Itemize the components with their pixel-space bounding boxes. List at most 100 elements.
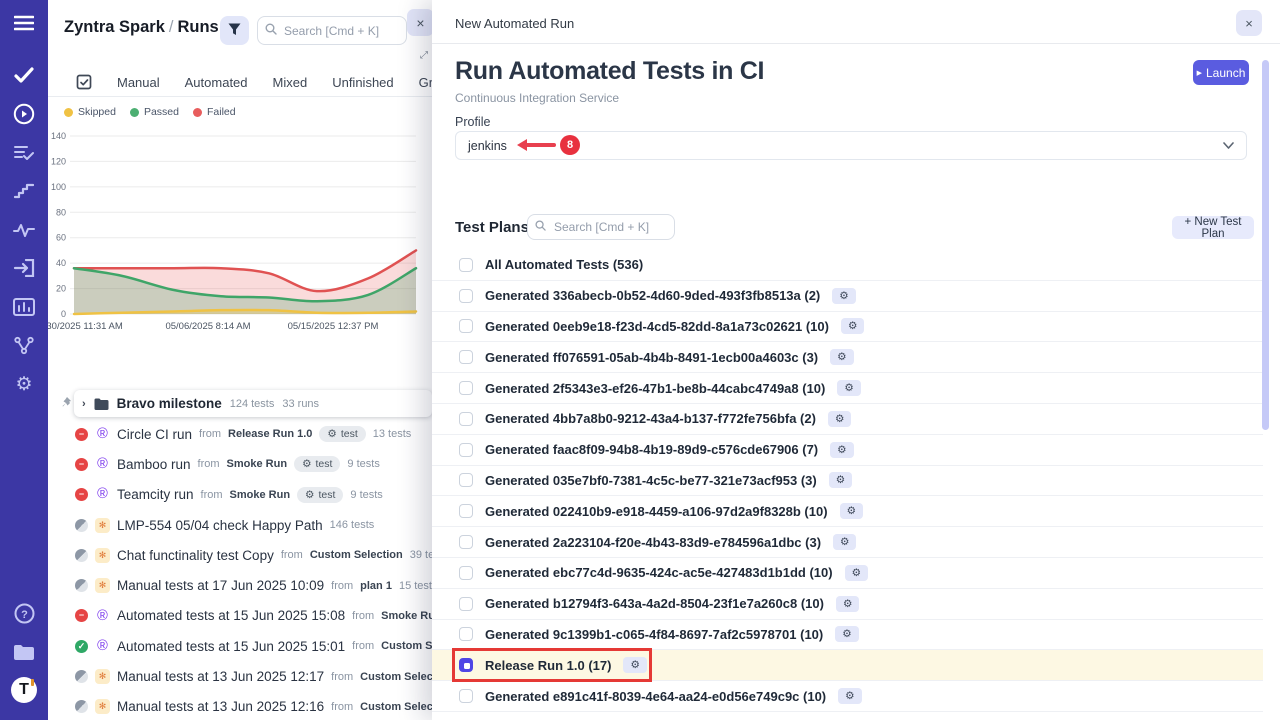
plan-settings-gear-button[interactable]: ⚙ — [841, 318, 864, 334]
branch-icon[interactable] — [0, 330, 48, 360]
modal-close-button[interactable]: × — [1236, 10, 1262, 36]
plan-settings-gear-button[interactable]: ⚙ — [832, 288, 855, 304]
checkbox[interactable] — [459, 258, 473, 272]
run-title[interactable]: LMP-554 05/04 check Happy Path — [117, 518, 323, 533]
breadcrumb-section[interactable]: Runs — [177, 18, 218, 36]
steps-icon[interactable] — [0, 176, 48, 206]
checkbox[interactable] — [459, 627, 473, 641]
plan-settings-gear-button[interactable]: ⚙ — [828, 411, 851, 427]
pin-icon[interactable] — [60, 396, 72, 414]
menu-icon[interactable] — [0, 8, 48, 38]
milestone-row[interactable]: › Bravo milestone 124 tests 33 runs — [74, 390, 432, 417]
test-plan-row[interactable]: Generated 4bb7a8b0-9212-43a4-b137-f772fe… — [432, 404, 1263, 435]
run-title[interactable]: Manual tests at 17 Jun 2025 10:09 — [117, 578, 324, 593]
breadcrumb-project[interactable]: Zyntra Spark — [64, 18, 165, 36]
test-plan-row[interactable]: Generated e891c41f-8039-4e64-aa24-e0d56e… — [432, 681, 1263, 712]
run-row[interactable]: ✻Manual tests at 13 Jun 2025 12:17fromCu… — [48, 661, 432, 691]
checkbox[interactable] — [459, 381, 473, 395]
plan-settings-gear-button[interactable]: ⚙ — [835, 626, 858, 642]
run-title[interactable]: Teamcity run — [117, 487, 194, 502]
test-plan-row[interactable]: Generated b12794f3-643a-4a2d-8504-23f1e7… — [432, 589, 1263, 620]
run-row[interactable]: −®Teamcity runfromSmoke Run⚙test9 tests — [48, 480, 432, 510]
run-title[interactable]: Bamboo run — [117, 457, 191, 472]
test-plan-row[interactable]: Generated ebc77c4d-9635-424c-ac5e-427483… — [432, 558, 1263, 589]
run-title[interactable]: Automated tests at 15 Jun 2025 15:01 — [117, 639, 345, 654]
test-tag-badge[interactable]: ⚙test — [319, 426, 365, 442]
checkbox[interactable] — [459, 535, 473, 549]
plan-settings-gear-button[interactable]: ⚙ — [830, 349, 853, 365]
play-circle-icon[interactable] — [0, 99, 48, 129]
legend-failed[interactable]: Failed — [193, 106, 236, 118]
run-row[interactable]: ✻Manual tests at 17 Jun 2025 10:09frompl… — [48, 570, 432, 600]
run-row[interactable]: ✓®Automated tests at 15 Jun 2025 15:01fr… — [48, 631, 432, 661]
test-tag-badge[interactable]: ⚙test — [294, 456, 340, 472]
checkbox[interactable] — [459, 319, 473, 333]
run-row[interactable]: ✻Manual tests at 13 Jun 2025 12:16fromCu… — [48, 692, 432, 720]
run-row[interactable]: −®Bamboo runfromSmoke Run⚙test9 tests — [48, 449, 432, 479]
modal-scrollbar[interactable] — [1262, 60, 1269, 430]
panel-close-button[interactable]: × — [407, 9, 432, 36]
test-plan-row[interactable]: Generated ff076591-05ab-4b4b-8491-1ecb00… — [432, 342, 1263, 373]
plan-settings-gear-button[interactable]: ⚙ — [830, 442, 853, 458]
tab-groups[interactable]: Groups — [419, 75, 432, 90]
pulse-icon[interactable] — [0, 215, 48, 245]
checkbox[interactable] — [459, 566, 473, 580]
plan-settings-gear-button[interactable]: ⚙ — [829, 472, 852, 488]
checkbox[interactable] — [459, 289, 473, 303]
tab-manual[interactable]: Manual — [117, 75, 160, 90]
help-icon[interactable]: ? — [0, 598, 48, 628]
checkbox[interactable] — [459, 504, 473, 518]
select-runs-icon[interactable] — [76, 74, 92, 90]
plan-settings-gear-button[interactable]: ⚙ — [833, 534, 856, 550]
expand-chevron-icon[interactable]: › — [82, 398, 86, 410]
run-title[interactable]: Circle CI run — [117, 427, 192, 442]
report-chart-icon[interactable] — [0, 292, 48, 322]
plan-settings-gear-button[interactable]: ⚙ — [838, 688, 861, 704]
test-tag-badge[interactable]: ⚙test — [297, 487, 343, 503]
run-title[interactable]: Manual tests at 13 Jun 2025 12:17 — [117, 669, 324, 684]
run-row[interactable]: ✻LMP-554 05/04 check Happy Path146 tests — [48, 510, 432, 540]
run-title[interactable]: Automated tests at 15 Jun 2025 15:08 — [117, 608, 345, 623]
run-row[interactable]: −®Automated tests at 15 Jun 2025 15:08fr… — [48, 601, 432, 631]
plan-settings-gear-button[interactable]: ⚙ — [837, 380, 860, 396]
tab-unfinished[interactable]: Unfinished — [332, 75, 393, 90]
plan-settings-gear-button[interactable]: ⚙ — [840, 503, 863, 519]
test-plan-row[interactable]: Generated 9c1399b1-c065-4f84-8697-7af2c5… — [432, 620, 1263, 651]
legend-passed[interactable]: Passed — [130, 106, 179, 118]
check-icon[interactable] — [0, 60, 48, 90]
legend-skipped[interactable]: Skipped — [64, 106, 116, 118]
test-plan-row[interactable]: Generated 336abecb-0b52-4d60-9ded-493f3f… — [432, 281, 1263, 312]
checkbox[interactable] — [459, 689, 473, 703]
checkbox[interactable] — [459, 597, 473, 611]
gear-icon[interactable]: ⚙ — [0, 369, 48, 399]
test-plan-row[interactable]: Generated 0eeb9e18-f23d-4cd5-82dd-8a1a73… — [432, 312, 1263, 343]
test-plan-row[interactable]: All Automated Tests (536) — [432, 250, 1263, 281]
runs-list-icon[interactable] — [0, 138, 48, 168]
folder-icon[interactable] — [0, 637, 48, 667]
plan-settings-gear-button[interactable]: ⚙ — [845, 565, 868, 581]
new-test-plan-button[interactable]: + New Test Plan — [1172, 216, 1254, 239]
run-title[interactable]: Manual tests at 13 Jun 2025 12:16 — [117, 699, 324, 714]
filter-button[interactable] — [220, 16, 249, 45]
checkbox[interactable] — [459, 473, 473, 487]
tab-automated[interactable]: Automated — [185, 75, 248, 90]
run-title[interactable]: Chat functinality test Copy — [117, 548, 274, 563]
app-logo[interactable]: T — [0, 675, 48, 705]
run-row[interactable]: ✻Chat functinality test CopyfromCustom S… — [48, 540, 432, 570]
test-plan-row[interactable]: Generated 022410b9-e918-4459-a106-97d2a9… — [432, 496, 1263, 527]
checkbox[interactable] — [459, 350, 473, 364]
test-plan-row[interactable]: Generated 035e7bf0-7381-4c5c-be77-321e73… — [432, 466, 1263, 497]
tab-mixed[interactable]: Mixed — [273, 75, 308, 90]
launch-button[interactable]: ▶Launch — [1193, 60, 1249, 85]
test-plan-row[interactable]: Generated 2f5343e3-ef26-47b1-be8b-44cabc… — [432, 373, 1263, 404]
import-icon[interactable] — [0, 253, 48, 283]
checkbox[interactable] — [459, 443, 473, 457]
test-plans-search-input[interactable] — [527, 214, 675, 240]
run-row[interactable]: −®Circle CI runfromRelease Run 1.0⚙test1… — [48, 419, 432, 449]
checkbox[interactable] — [459, 412, 473, 426]
test-plan-row[interactable]: Generated faac8f09-94b8-4b19-89d9-c576cd… — [432, 435, 1263, 466]
play-icon: ▶ — [1197, 69, 1202, 77]
test-plan-row[interactable]: Generated 2a223104-f20e-4b43-83d9-e78459… — [432, 527, 1263, 558]
plan-settings-gear-button[interactable]: ⚙ — [836, 596, 859, 612]
runs-search-input[interactable] — [257, 16, 407, 45]
